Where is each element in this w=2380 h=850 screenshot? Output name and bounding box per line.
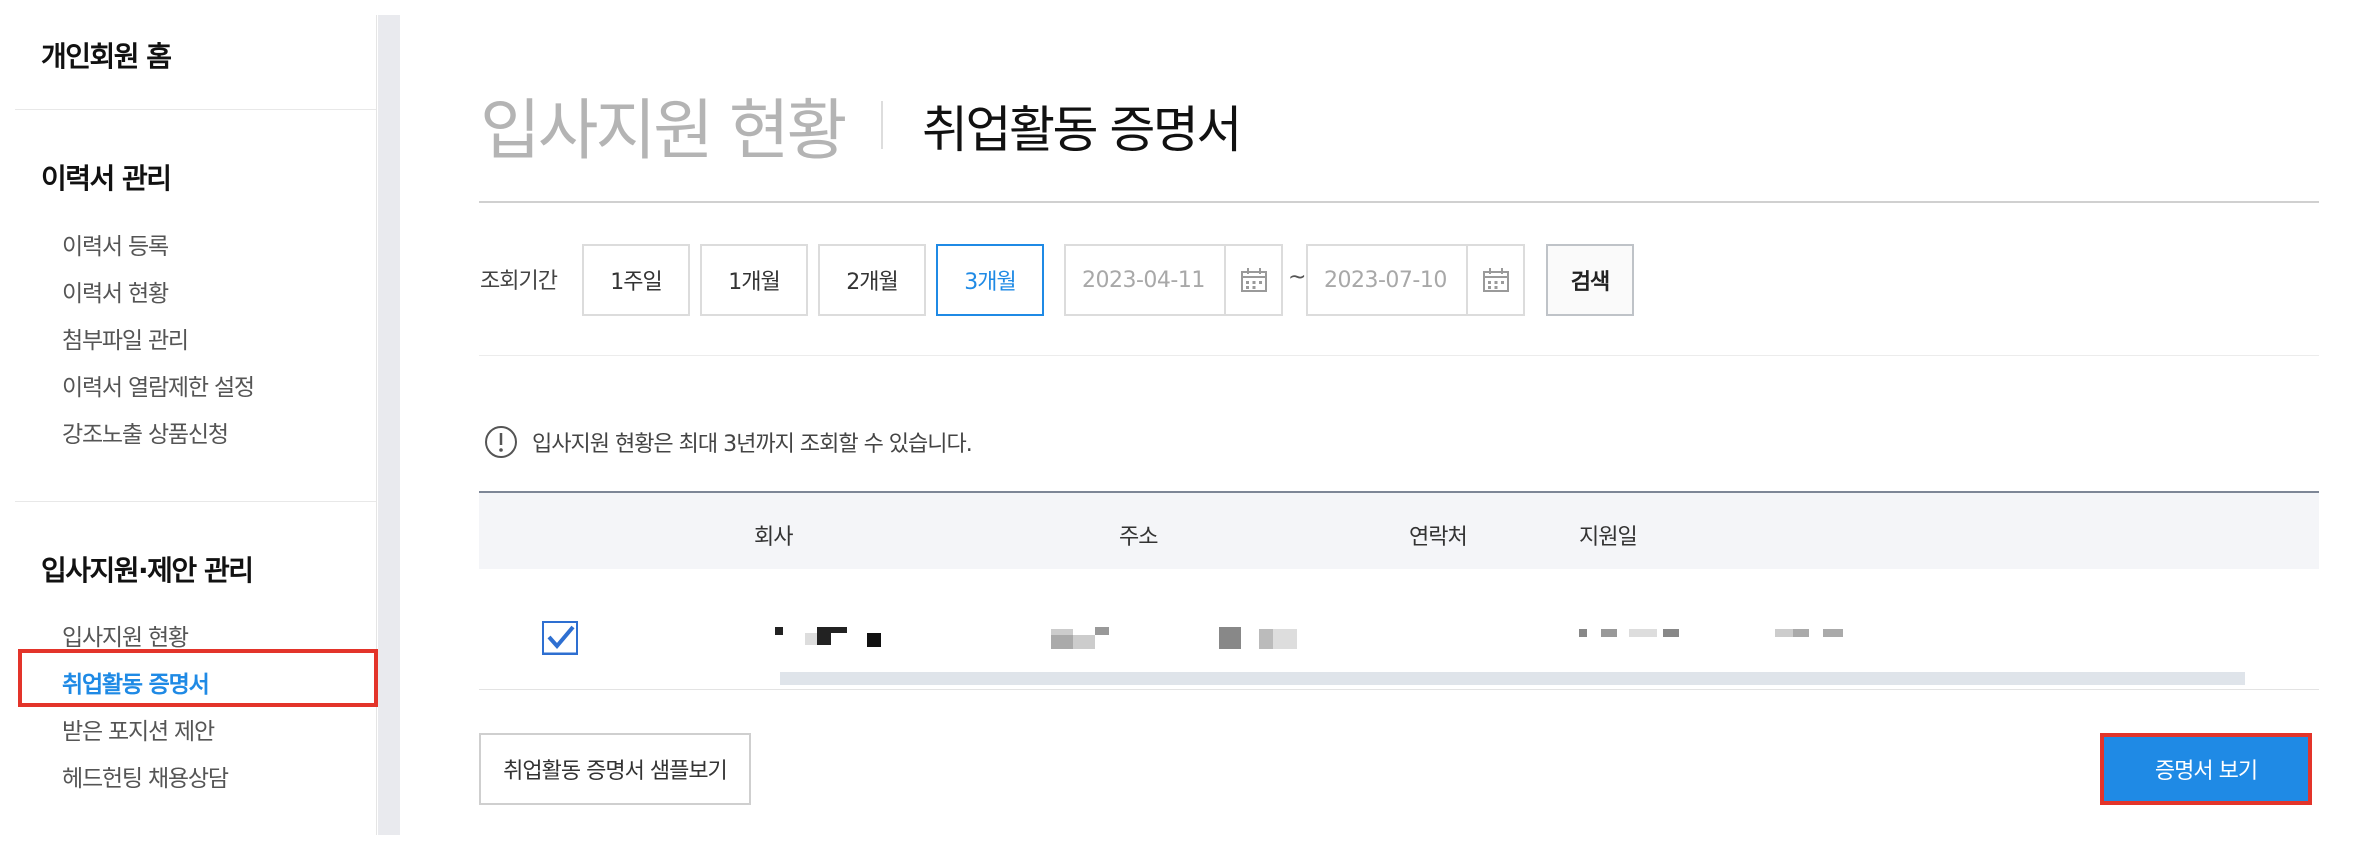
notice: 입사지원 현황은 최대 3년까지 조회할 수 있습니다. <box>484 425 973 459</box>
calendar-icon[interactable] <box>1224 246 1281 314</box>
calendar-icon[interactable] <box>1466 246 1523 314</box>
main-content: 입사지원 현황 취업활동 증명서 조회기간 1주일 1개월 2개월 3개월 20… <box>400 15 2365 835</box>
header-divider <box>479 201 2319 203</box>
column-header-apply-date: 지원일 <box>1579 525 1638 550</box>
sidebar-item-resume-register[interactable]: 이력서 등록 <box>62 227 169 261</box>
sidebar-item-view-restriction[interactable]: 이력서 열람제한 설정 <box>62 368 255 402</box>
info-icon <box>485 426 517 458</box>
filter-divider <box>479 355 2319 356</box>
period-label: 조회기간 <box>480 269 558 294</box>
certificate-sample-button[interactable]: 취업활동 증명서 샘플보기 <box>479 733 751 805</box>
sidebar-item-resume-status[interactable]: 이력서 현황 <box>62 274 169 308</box>
sidebar-item-position-offers[interactable]: 받은 포지션 제안 <box>62 712 215 746</box>
sidebar-item-attachments[interactable]: 첨부파일 관리 <box>62 321 189 355</box>
sidebar-home-link[interactable]: 개인회원 홈 <box>41 35 172 75</box>
period-3month-button[interactable]: 3개월 <box>936 244 1044 316</box>
row-checkbox[interactable] <box>542 621 578 655</box>
table-horizontal-scrollbar[interactable] <box>780 672 2245 685</box>
start-date-field[interactable]: 2023-04-11 <box>1064 244 1283 316</box>
page-title[interactable]: 입사지원 현황 <box>480 77 847 173</box>
title-separator <box>881 101 883 149</box>
column-header-address: 주소 <box>1119 525 1158 550</box>
sidebar-item-headhunting[interactable]: 헤드헌팅 채용상담 <box>62 759 229 793</box>
table-header: 회사 주소 연락처 지원일 <box>479 491 2319 569</box>
sidebar-divider <box>15 501 376 502</box>
active-item-highlight-box <box>18 649 378 707</box>
column-header-contact: 연락처 <box>1409 525 1468 550</box>
sidebar-item-highlight-product[interactable]: 강조노출 상품신청 <box>62 415 229 449</box>
date-range-separator: ~ <box>1288 265 1307 290</box>
notice-text: 입사지원 현황은 최대 3년까지 조회할 수 있습니다. <box>532 432 973 457</box>
start-date-value[interactable]: 2023-04-11 <box>1066 268 1224 293</box>
column-header-company: 회사 <box>754 525 793 550</box>
sidebar-section-title-application[interactable]: 입사지원·제안 관리 <box>41 549 254 589</box>
table-bottom-divider <box>479 689 2319 690</box>
period-1week-button[interactable]: 1주일 <box>582 244 690 316</box>
sidebar-divider <box>15 109 376 110</box>
sidebar: 개인회원 홈 이력서 관리 이력서 등록 이력서 현황 첨부파일 관리 이력서 … <box>15 15 378 835</box>
sidebar-section-title-resume[interactable]: 이력서 관리 <box>41 157 172 197</box>
view-certificate-button[interactable]: 증명서 보기 <box>2100 733 2312 805</box>
end-date-value[interactable]: 2023-07-10 <box>1308 268 1466 293</box>
period-1month-button[interactable]: 1개월 <box>700 244 808 316</box>
page-subtitle: 취업활동 증명서 <box>922 101 1242 159</box>
end-date-field[interactable]: 2023-07-10 <box>1306 244 1525 316</box>
sidebar-item-application-status[interactable]: 입사지원 현황 <box>62 618 189 652</box>
search-button[interactable]: 검색 <box>1546 244 1634 316</box>
sidebar-gutter <box>378 15 400 835</box>
period-2month-button[interactable]: 2개월 <box>818 244 926 316</box>
